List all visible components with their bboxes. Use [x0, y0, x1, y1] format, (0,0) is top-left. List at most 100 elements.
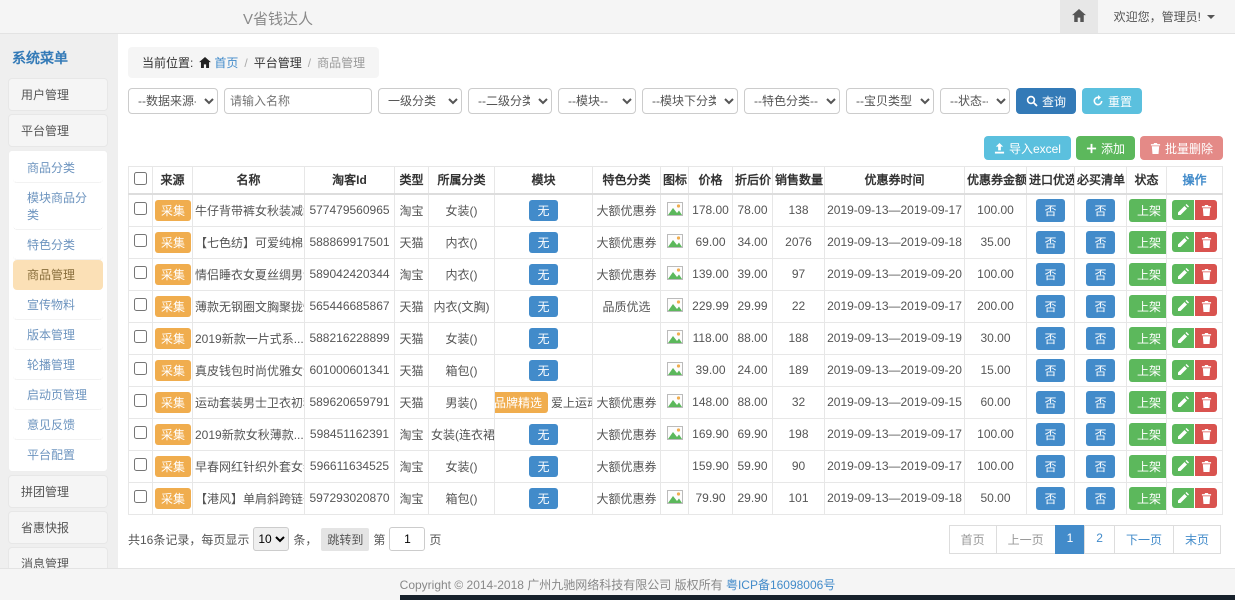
- import-select-toggle[interactable]: 否: [1036, 487, 1064, 510]
- page-button-上一页[interactable]: 上一页: [996, 525, 1056, 554]
- add-button[interactable]: 添加: [1076, 136, 1135, 160]
- module-select[interactable]: --模块--: [558, 88, 636, 114]
- must-buy-toggle[interactable]: 否: [1086, 455, 1114, 478]
- import-select-toggle[interactable]: 否: [1036, 295, 1064, 318]
- per-page-select[interactable]: 10: [253, 527, 289, 551]
- row-checkbox[interactable]: [134, 234, 147, 247]
- sidebar-group-item[interactable]: 用户管理: [8, 78, 108, 111]
- import-select-toggle[interactable]: 否: [1036, 359, 1064, 382]
- edit-button[interactable]: [1172, 328, 1194, 348]
- import-select-toggle[interactable]: 否: [1036, 391, 1064, 414]
- page-button-下一页[interactable]: 下一页: [1114, 525, 1174, 554]
- delete-button[interactable]: [1195, 328, 1217, 348]
- edit-button[interactable]: [1172, 200, 1194, 220]
- must-buy-toggle[interactable]: 否: [1086, 327, 1114, 350]
- edit-button[interactable]: [1172, 456, 1194, 476]
- level2-category-select[interactable]: --二级分类--: [468, 88, 552, 114]
- must-buy-toggle[interactable]: 否: [1086, 231, 1114, 254]
- must-buy-toggle[interactable]: 否: [1086, 487, 1114, 510]
- batch-delete-button[interactable]: 批量删除: [1140, 136, 1223, 160]
- status-button[interactable]: 上架: [1129, 423, 1167, 446]
- name-input[interactable]: [224, 88, 372, 114]
- query-button[interactable]: 查询: [1016, 88, 1076, 114]
- reset-button[interactable]: 重置: [1082, 88, 1142, 114]
- module-subcategory-select[interactable]: --模块下分类--: [642, 88, 738, 114]
- import-select-toggle[interactable]: 否: [1036, 199, 1064, 222]
- delete-button[interactable]: [1195, 360, 1217, 380]
- page-button-1[interactable]: 1: [1055, 525, 1086, 554]
- icp-link[interactable]: 粤ICP备16098006号: [726, 578, 835, 592]
- row-checkbox[interactable]: [134, 298, 147, 311]
- sidebar-item[interactable]: 意见反馈: [13, 410, 103, 440]
- user-menu[interactable]: 欢迎您，管理员!: [1098, 8, 1235, 25]
- page-button-首页[interactable]: 首页: [949, 525, 997, 554]
- row-checkbox[interactable]: [134, 426, 147, 439]
- import-select-toggle[interactable]: 否: [1036, 327, 1064, 350]
- edit-button[interactable]: [1172, 424, 1194, 444]
- must-buy-toggle[interactable]: 否: [1086, 359, 1114, 382]
- item-type-select[interactable]: --宝贝类型--: [846, 88, 934, 114]
- row-checkbox[interactable]: [134, 330, 147, 343]
- breadcrumb-home-link[interactable]: 首页: [199, 54, 238, 71]
- import-select-toggle[interactable]: 否: [1036, 423, 1064, 446]
- delete-button[interactable]: [1195, 392, 1217, 412]
- delete-button[interactable]: [1195, 232, 1217, 252]
- level1-category-select[interactable]: 一级分类: [378, 88, 462, 114]
- must-buy-toggle[interactable]: 否: [1086, 391, 1114, 414]
- must-buy-toggle[interactable]: 否: [1086, 199, 1114, 222]
- delete-button[interactable]: [1195, 424, 1217, 444]
- row-checkbox[interactable]: [134, 490, 147, 503]
- sidebar-item-active[interactable]: 商品管理: [13, 260, 103, 290]
- row-checkbox[interactable]: [134, 394, 147, 407]
- sidebar-item[interactable]: 特色分类: [13, 230, 103, 260]
- sidebar-item[interactable]: 宣传物料: [13, 290, 103, 320]
- delete-button[interactable]: [1195, 296, 1217, 316]
- page-number-input[interactable]: [389, 527, 425, 551]
- delete-button[interactable]: [1195, 200, 1217, 220]
- feature-category-select[interactable]: --特色分类--: [744, 88, 840, 114]
- status-button[interactable]: 上架: [1129, 455, 1167, 478]
- status-button[interactable]: 上架: [1129, 359, 1167, 382]
- edit-button[interactable]: [1172, 264, 1194, 284]
- import-select-toggle[interactable]: 否: [1036, 231, 1064, 254]
- import-excel-button[interactable]: 导入excel: [984, 136, 1071, 160]
- delete-button[interactable]: [1195, 456, 1217, 476]
- edit-button[interactable]: [1172, 232, 1194, 252]
- sidebar-group-item[interactable]: 消息管理: [8, 547, 108, 568]
- sidebar-item[interactable]: 模块商品分类: [13, 183, 103, 230]
- edit-button[interactable]: [1172, 488, 1194, 508]
- select-all-checkbox[interactable]: [134, 172, 147, 185]
- edit-button[interactable]: [1172, 360, 1194, 380]
- status-button[interactable]: 上架: [1129, 231, 1167, 254]
- delete-button[interactable]: [1195, 488, 1217, 508]
- sidebar-item[interactable]: 轮播管理: [13, 350, 103, 380]
- status-button[interactable]: 上架: [1129, 487, 1167, 510]
- must-buy-toggle[interactable]: 否: [1086, 263, 1114, 286]
- status-button[interactable]: 上架: [1129, 199, 1167, 222]
- status-button[interactable]: 上架: [1129, 295, 1167, 318]
- delete-button[interactable]: [1195, 264, 1217, 284]
- home-button[interactable]: [1060, 0, 1098, 33]
- sidebar-item[interactable]: 启动页管理: [13, 380, 103, 410]
- page-button-末页[interactable]: 末页: [1173, 525, 1221, 554]
- edit-button[interactable]: [1172, 296, 1194, 316]
- sidebar-group-item[interactable]: 平台管理: [8, 114, 108, 147]
- sidebar-group-item[interactable]: 拼团管理: [8, 475, 108, 508]
- must-buy-toggle[interactable]: 否: [1086, 295, 1114, 318]
- status-select[interactable]: --状态--: [940, 88, 1010, 114]
- row-checkbox[interactable]: [134, 266, 147, 279]
- row-checkbox[interactable]: [134, 362, 147, 375]
- status-button[interactable]: 上架: [1129, 263, 1167, 286]
- sidebar-group-item[interactable]: 省惠快报: [8, 511, 108, 544]
- sidebar-item[interactable]: 平台配置: [13, 440, 103, 469]
- must-buy-toggle[interactable]: 否: [1086, 423, 1114, 446]
- import-select-toggle[interactable]: 否: [1036, 263, 1064, 286]
- sidebar-item[interactable]: 版本管理: [13, 320, 103, 350]
- edit-button[interactable]: [1172, 392, 1194, 412]
- jump-to-button[interactable]: 跳转到: [321, 528, 369, 551]
- page-button-2[interactable]: 2: [1084, 525, 1115, 554]
- row-checkbox[interactable]: [134, 202, 147, 215]
- status-button[interactable]: 上架: [1129, 327, 1167, 350]
- row-checkbox[interactable]: [134, 458, 147, 471]
- status-button[interactable]: 上架: [1129, 391, 1167, 414]
